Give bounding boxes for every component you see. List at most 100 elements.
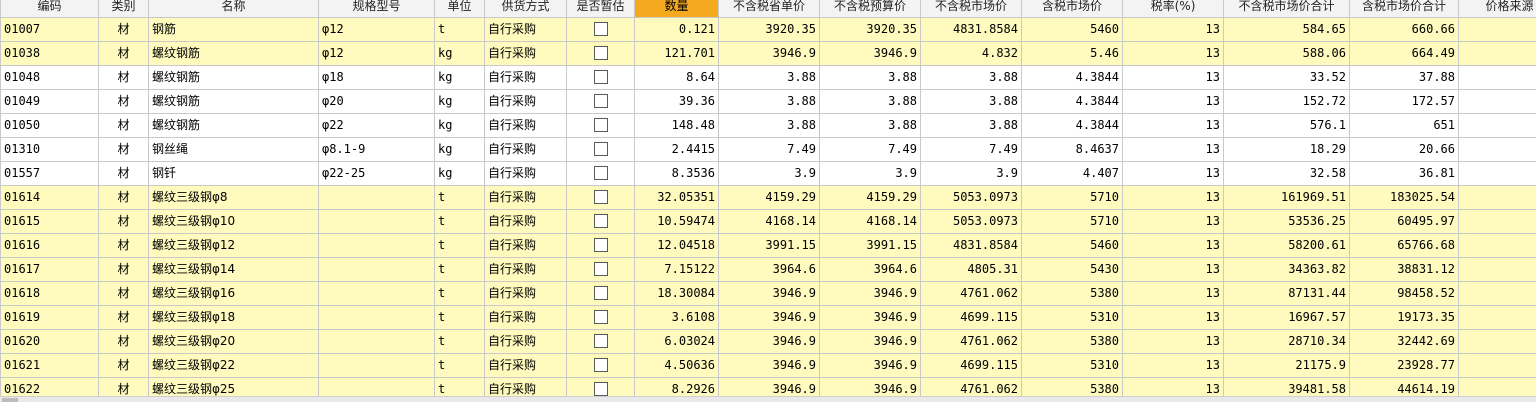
cell-tax-rate[interactable]: 13 [1122,89,1224,114]
cell-type[interactable]: 材 [98,65,149,90]
cell-market-total[interactable]: 18.29 [1223,137,1350,162]
column-header-market-price[interactable]: 不含税市场价 [920,0,1022,18]
column-header-market-total[interactable]: 不含税市场价合计 [1223,0,1350,18]
cell-market-price[interactable]: 5053.0973 [920,209,1022,234]
cell-name[interactable]: 螺纹三级钢φ14 [148,257,319,282]
cell-market-price[interactable]: 4.832 [920,41,1022,66]
cell-market-total[interactable]: 32.58 [1223,161,1350,186]
cell-provincial-price[interactable]: 3946.9 [718,353,820,378]
cell-code[interactable]: 01557 [0,161,99,186]
cell-type[interactable]: 材 [98,113,149,138]
column-header-code[interactable]: 编码 [0,0,99,18]
cell-supply[interactable]: 自行采购 [484,233,567,258]
column-header-budget-price[interactable]: 不含税预算价 [819,0,921,18]
cell-spec[interactable]: φ22 [318,113,435,138]
cell-code[interactable]: 01050 [0,113,99,138]
estimate-checkbox[interactable] [593,45,608,60]
cell-tax-rate[interactable]: 13 [1122,185,1224,210]
cell-tax-rate[interactable]: 13 [1122,233,1224,258]
cell-quantity[interactable]: 148.48 [634,113,719,138]
estimate-checkbox[interactable] [593,213,608,228]
cell-spec[interactable]: φ8.1-9 [318,137,435,162]
cell-code[interactable]: 01310 [0,137,99,162]
cell-unit[interactable]: t [434,281,485,306]
cell-market-total-tax[interactable]: 65766.68 [1349,233,1459,258]
cell-code[interactable]: 01620 [0,329,99,354]
cell-market-price[interactable]: 4699.115 [920,353,1022,378]
cell-budget-price[interactable]: 3964.6 [819,257,921,282]
cell-price-source[interactable] [1458,65,1536,90]
cell-type[interactable]: 材 [98,209,149,234]
cell-supply[interactable]: 自行采购 [484,17,567,42]
table-row[interactable]: 01050 材螺纹钢筋 φ22 kg 自行采购 148.48 3.88 3.88 3.88 4.3… [0,113,1536,138]
cell-provincial-price[interactable]: 3946.9 [718,281,820,306]
cell-quantity[interactable]: 4.50636 [634,353,719,378]
cell-market-price[interactable]: 4805.31 [920,257,1022,282]
cell-market-total-tax[interactable]: 23928.77 [1349,353,1459,378]
cell-estimate[interactable] [566,329,635,354]
cell-type[interactable]: 材 [98,185,149,210]
cell-provincial-price[interactable]: 3991.15 [718,233,820,258]
column-header-supply[interactable]: 供货方式 [484,0,567,18]
estimate-checkbox[interactable] [593,333,608,348]
cell-market-total-tax[interactable]: 19173.35 [1349,305,1459,330]
cell-code[interactable]: 01048 [0,65,99,90]
cell-market-total[interactable]: 21175.9 [1223,353,1350,378]
cell-code[interactable]: 01614 [0,185,99,210]
cell-estimate[interactable] [566,65,635,90]
cell-name[interactable]: 钢丝绳 [148,137,319,162]
cell-code[interactable]: 01619 [0,305,99,330]
cell-market-price[interactable]: 4699.115 [920,305,1022,330]
column-header-provincial-price[interactable]: 不含税省单价 [718,0,820,18]
cell-market-price-tax[interactable]: 5710 [1021,185,1123,210]
cell-tax-rate[interactable]: 13 [1122,161,1224,186]
cell-name[interactable]: 螺纹三级钢φ8 [148,185,319,210]
cell-market-price[interactable]: 4761.062 [920,281,1022,306]
cell-quantity[interactable]: 8.3536 [634,161,719,186]
cell-tax-rate[interactable]: 13 [1122,17,1224,42]
cell-price-source[interactable] [1458,305,1536,330]
cell-provincial-price[interactable]: 3946.9 [718,329,820,354]
cell-supply[interactable]: 自行采购 [484,305,567,330]
table-row[interactable]: 01617 材螺纹三级钢φ14 t 自行采购 7.15122 3964.6 3964.6 48… [0,257,1536,282]
cell-provincial-price[interactable]: 3.88 [718,65,820,90]
cell-spec[interactable] [318,185,435,210]
cell-spec[interactable]: φ12 [318,17,435,42]
cell-quantity[interactable]: 10.59474 [634,209,719,234]
cell-tax-rate[interactable]: 13 [1122,257,1224,282]
cell-budget-price[interactable]: 3920.35 [819,17,921,42]
cell-supply[interactable]: 自行采购 [484,89,567,114]
cell-supply[interactable]: 自行采购 [484,41,567,66]
cell-spec[interactable] [318,209,435,234]
cell-tax-rate[interactable]: 13 [1122,209,1224,234]
cell-name[interactable]: 螺纹钢筋 [148,113,319,138]
cell-budget-price[interactable]: 7.49 [819,137,921,162]
cell-provincial-price[interactable]: 3.88 [718,113,820,138]
cell-market-total[interactable]: 588.06 [1223,41,1350,66]
cell-provincial-price[interactable]: 3920.35 [718,17,820,42]
column-header-unit[interactable]: 单位 [434,0,485,18]
cell-estimate[interactable] [566,281,635,306]
cell-market-price-tax[interactable]: 5310 [1021,305,1123,330]
cell-market-total-tax[interactable]: 98458.52 [1349,281,1459,306]
cell-quantity[interactable]: 12.04518 [634,233,719,258]
cell-price-source[interactable] [1458,89,1536,114]
cell-spec[interactable]: φ12 [318,41,435,66]
cell-market-total[interactable]: 16967.57 [1223,305,1350,330]
cell-market-price[interactable]: 3.88 [920,65,1022,90]
estimate-checkbox[interactable] [593,261,608,276]
cell-provincial-price[interactable]: 3964.6 [718,257,820,282]
cell-supply[interactable]: 自行采购 [484,113,567,138]
cell-price-source[interactable] [1458,137,1536,162]
estimate-checkbox[interactable] [593,189,608,204]
cell-spec[interactable] [318,233,435,258]
cell-market-price-tax[interactable]: 4.3844 [1021,113,1123,138]
column-header-tax-rate[interactable]: 税率(%) [1122,0,1224,18]
cell-price-source[interactable] [1458,185,1536,210]
estimate-checkbox[interactable] [593,69,608,84]
cell-quantity[interactable]: 39.36 [634,89,719,114]
cell-budget-price[interactable]: 3.88 [819,89,921,114]
cell-spec[interactable] [318,329,435,354]
cell-market-total-tax[interactable]: 37.88 [1349,65,1459,90]
cell-market-price[interactable]: 4831.8584 [920,17,1022,42]
